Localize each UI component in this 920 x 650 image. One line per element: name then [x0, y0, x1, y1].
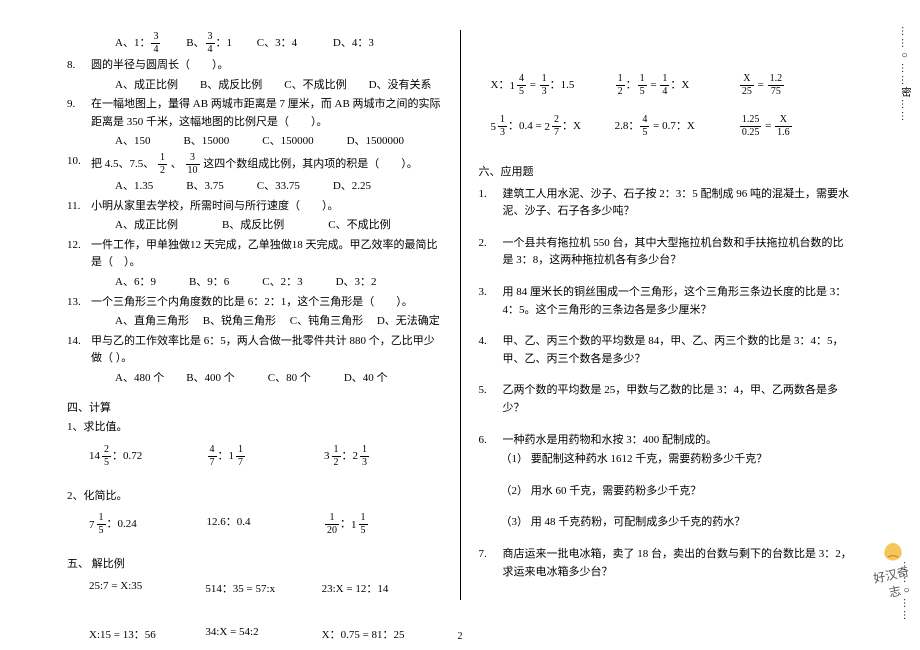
app-q3: 3.用 84 厘米长的铜丝围成一个三角形，这个三角形三条边长度的比是 3：4：5…: [479, 284, 854, 319]
solve-row-2: 513：0.4 = 227：X 2.8：45 = 0.7：X 1.250.25 …: [491, 115, 854, 138]
right-column: X：145 = 13：1.5 12：15 = 14：X X25 = 1.275 …: [461, 30, 866, 600]
solve-row-1: X：145 = 13：1.5 12：15 = 14：X X25 = 1.275: [491, 74, 854, 97]
section-5-heading: 五、 解比例: [67, 556, 442, 574]
s4-1-row: 1425：0.72 47：117 312：213: [89, 445, 442, 468]
left-column: A、1：34 B、34：1 C、3：4 D、4：3 8.圆的半径与圆周长（ ）。…: [55, 30, 461, 600]
app-q6: 6.一种药水是用药物和水按 3：400 配制成的。: [479, 432, 854, 450]
q12: 12.一件工作，甲单独做12 天完成，乙单独做18 天完成。甲乙效率的最简比是（…: [67, 237, 442, 272]
s4-2-row: 715：0.24 12.6：0.4 120：115: [89, 513, 442, 536]
q8-options: A、成正比例 B、成反比例 C、不成比例 D、没有关系: [67, 77, 442, 95]
app-q5: 5.乙两个数的平均数是 25，甲数与乙数的比是 3：4，甲、乙两数各是多少？: [479, 382, 854, 417]
q11: 11.小明从家里去学校，所需时间与所行速度（ ）。: [67, 198, 442, 216]
q9-options: A、150 B、15000 C、150000 D、1500000: [67, 133, 442, 151]
app-q6-2: （2） 用水 60 千克，需要药粉多少千克？: [479, 483, 854, 501]
section-4-heading: 四、计算: [67, 400, 442, 418]
q10-options: A、1.35 B、3.75 C、33.75 D、2.25: [67, 178, 442, 196]
q10: 10. 把 4.5、7.5、 12 、 310 这四个数组成比例，其内项的积是（…: [67, 153, 442, 176]
q7-options: A、1：34 B、34：1 C、3：4 D、4：3: [67, 32, 442, 55]
app-q2: 2.一个县共有拖拉机 550 台，其中大型拖拉机台数和手扶拖拉机台数的比是 3：…: [479, 235, 854, 270]
app-q4: 4.甲、乙、丙三个数的平均数是 84，甲、乙、丙三个数的比是 3：4：5，甲、乙…: [479, 333, 854, 368]
binding-mark-bottom: ……○……: [901, 561, 912, 622]
q11-options: A、成正比例 B、成反比例 C、不成比例: [67, 217, 442, 235]
s4-1-title: 1、求比值。: [67, 419, 442, 437]
page-number: 2: [0, 631, 920, 642]
app-q6-3: （3） 用 48 千克药粉，可配制成多少千克的药水？: [479, 514, 854, 532]
app-q6-1: （1） 要配制这种药水 1612 千克，需要药粉多少千克？: [479, 451, 854, 469]
binding-mark-top: ……○……密……: [897, 26, 912, 123]
q9: 9.在一幅地图上，量得 AB 两城市距离是 7 厘米，而 AB 两城市之间的实际…: [67, 96, 442, 131]
q14: 14.甲与乙的工作效率比是 6：5，两人合做一批零件共计 880 个，乙比甲少做…: [67, 333, 442, 368]
section-6-heading: 六、应用题: [479, 164, 854, 182]
q8: 8.圆的半径与圆周长（ ）。: [67, 57, 442, 75]
app-q7: 7.商店运来一批电冰箱，卖了 18 台，卖出的台数与剩下的台数比是 3：2，求运…: [479, 546, 854, 581]
s5-row1: 25:7 = X:35 514：35 = 57:x 23:X = 12：14: [89, 580, 442, 596]
q13: 13.一个三角形三个内角度数的比是 6：2：1，这个三角形是（ ）。: [67, 294, 442, 312]
q14-options: A、480 个 B、400 个 C、80 个 D、40 个: [67, 370, 442, 388]
q13-options: A、直角三角形 B、锐角三角形 C、钝角三角形 D、无法确定: [67, 313, 442, 331]
hand-icon: [879, 536, 907, 564]
app-q1: 1.建筑工人用水泥、沙子、石子按 2：3：5 配制成 96 吨的混凝土，需要水泥…: [479, 186, 854, 221]
s4-2-title: 2、化简比。: [67, 488, 442, 506]
q12-options: A、6：9 B、9：6 C、2：3 D、3：2: [67, 274, 442, 292]
